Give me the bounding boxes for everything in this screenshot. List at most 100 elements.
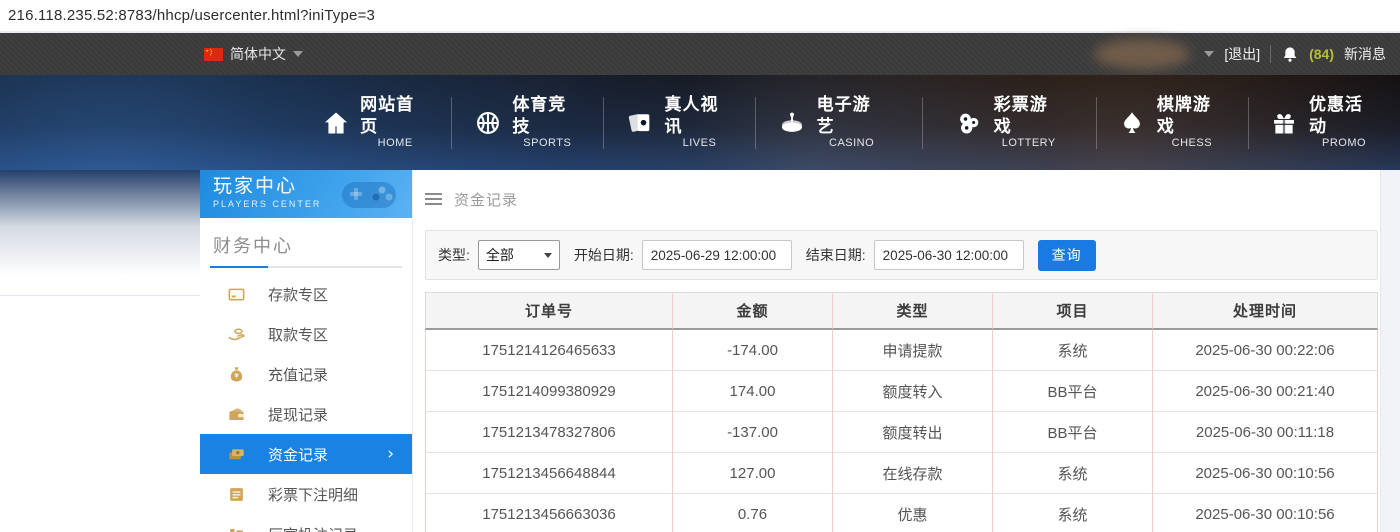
col-header-project: 项目 [992,292,1152,330]
search-button[interactable]: 查询 [1037,239,1096,271]
start-date-input[interactable] [641,240,792,270]
type-select[interactable]: 全部 [477,240,560,270]
nav-label-en: PROMO [1321,136,1367,149]
nav-label-zh: 网站首页 [360,95,415,136]
language-selector[interactable]: 简体中文 [204,44,303,64]
sidebar-item-funds-records[interactable]: 资金记录 › [200,434,412,474]
sidebar-item-label: 充值记录 [268,366,329,384]
col-header-amount: 金额 [672,292,832,330]
end-date-input[interactable] [873,240,1024,270]
nav-item-lottery[interactable]: 彩票游戏 LOTTERY [923,94,1096,150]
gamepad-icon [342,182,396,208]
type-select-value: 全部 [485,247,514,263]
background-fade [0,170,200,296]
username-redacted-avatar [1094,39,1191,69]
cell-type: 额度转入 [832,371,992,412]
china-flag-icon [204,47,223,61]
cell-type: 额度转出 [832,412,992,453]
nav-item-promo[interactable]: 优惠活动 PROMO [1249,94,1400,150]
page-right-gutter [1380,170,1400,532]
cell-type: 优惠 [832,494,992,532]
table-row: 1751214126465633 -174.00 申请提款 系统 2025-06… [425,330,1378,371]
col-header-time: 处理时间 [1152,292,1378,330]
nav-item-chess[interactable]: 棋牌游戏 CHESS [1097,94,1248,150]
money-bag-icon [227,365,246,384]
sidebar-item-label: 提现记录 [268,406,329,424]
col-header-order-id: 订单号 [425,292,672,330]
nav-label-en: HOME [377,136,413,149]
page-title: 资金记录 [454,191,519,209]
sidebar-item-lottery-bet-details[interactable]: 彩票下注明细 [200,474,412,514]
page-url[interactable]: 216.118.235.52:8783/hhcp/usercenter.html… [8,7,375,24]
cell-time: 2025-06-30 00:22:06 [1152,330,1378,371]
cell-amount: -137.00 [672,412,832,453]
table-row: 1751213478327806 -137.00 额度转出 BB平台 2025-… [425,412,1378,453]
sidebar-item-label: 彩票下注明细 [268,486,359,504]
menu-icon[interactable] [425,193,442,205]
basketball-icon [473,108,502,138]
cell-type: 在线存款 [832,453,992,494]
sidebar-item-recharge-records[interactable]: 充值记录 [200,354,412,394]
deposit-card-icon [227,285,246,304]
table-row: 1751214099380929 174.00 额度转入 BB平台 2025-0… [425,371,1378,412]
col-header-type: 类型 [832,292,992,330]
sidebar-item-label: 资金记录 [268,446,329,464]
nav-item-lives[interactable]: 真人视讯 LIVES [604,94,755,150]
cell-time: 2025-06-30 00:21:40 [1152,371,1378,412]
playing-cards-icon [625,108,654,138]
nav-label-en: CASINO [829,136,875,149]
type-label: 类型: [438,247,470,263]
nav-label-zh: 电子游艺 [816,95,871,136]
sidebar-item-room-bet-records[interactable]: 厅室投注记录 [200,514,412,532]
sidebar: 玩家中心 PLAYERS CENTER 财务中心 存款专区 取款专区 充值记录 … [200,170,413,532]
funds-records-table: 订单号 金额 类型 项目 处理时间 1751214126465633 -174.… [425,292,1378,532]
nav-label-en: CHESS [1171,136,1213,149]
nav-item-sports[interactable]: 体育竞技 SPORTS [452,94,603,150]
sidebar-item-deposit-zone[interactable]: 存款专区 [200,274,412,314]
start-date-label: 开始日期: [573,247,634,263]
user-chevron-down-icon[interactable] [1204,51,1215,57]
nav-label-zh: 棋牌游戏 [1156,95,1211,136]
nav-label-en: LIVES [682,136,717,149]
spade-icon [1118,108,1147,138]
sidebar-item-label: 存款专区 [268,286,329,304]
sidebar-item-withdraw-zone[interactable]: 取款专区 [200,314,412,354]
lottery-balls-icon [955,108,984,138]
browser-url-bar: 216.118.235.52:8783/hhcp/usercenter.html… [0,0,1400,33]
logout-button[interactable]: [退出] [1224,44,1260,64]
bell-icon[interactable] [1281,45,1299,64]
nav-label-zh: 真人视讯 [664,95,719,136]
language-label: 简体中文 [230,46,286,62]
nav-label-en: SPORTS [523,136,572,149]
cell-amount: -174.00 [672,330,832,371]
nav-item-casino[interactable]: 电子游艺 CASINO [756,94,907,150]
breadcrumb: 资金记录 [425,184,1378,214]
nav-label-zh: 优惠活动 [1309,95,1364,136]
main-navbar: 网站首页 HOME 体育竞技 SPORTS 真人视讯 LIVES 电子游艺 CA… [0,75,1400,170]
gift-icon [1270,108,1299,138]
chevron-right-icon: › [387,443,394,464]
document-icon [227,485,246,504]
cell-order-id: 1751213456663036 [425,494,672,532]
withdraw-hand-icon [227,325,246,344]
home-icon [321,108,350,138]
cell-time: 2025-06-30 00:11:18 [1152,412,1378,453]
sidebar-item-label: 取款专区 [268,326,329,344]
cell-time: 2025-06-30 00:10:56 [1152,494,1378,532]
site-topbar: 简体中文 [退出] (84) 新消息 [0,33,1400,75]
table-row: 1751213456648844 127.00 在线存款 系统 2025-06-… [425,453,1378,494]
cell-amount: 174.00 [672,371,832,412]
cell-order-id: 1751214126465633 [425,330,672,371]
section-underline [210,266,402,268]
topbar-divider [1270,45,1272,63]
chevron-down-icon [293,51,303,57]
sidebar-menu: 存款专区 取款专区 充值记录 提现记录 资金记录 › 彩票下注明细 [200,274,412,532]
cell-time: 2025-06-30 00:10:56 [1152,453,1378,494]
new-message-link[interactable]: 新消息 [1344,44,1386,64]
message-count-badge[interactable]: (84) [1309,46,1334,62]
cell-project: BB平台 [992,412,1152,453]
table-row: 1751213456663036 0.76 优惠 系统 2025-06-30 0… [425,494,1378,532]
nav-item-home[interactable]: 网站首页 HOME [300,94,451,150]
sidebar-item-withdraw-records[interactable]: 提现记录 [200,394,412,434]
cell-order-id: 1751213456648844 [425,453,672,494]
